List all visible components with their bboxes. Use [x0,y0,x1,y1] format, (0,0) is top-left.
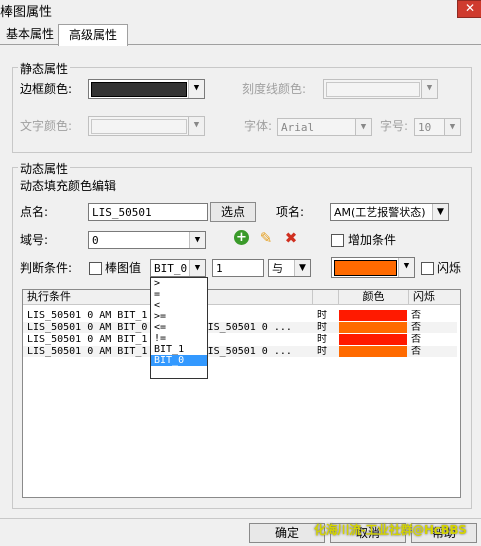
text-color-swatch [91,119,187,134]
tick-color-swatch [326,82,420,97]
row-color-swatch [339,322,407,333]
operand-options: > = < >= <= != BIT_1 BIT_0 [151,278,207,366]
row-blink: 否 [411,322,421,333]
bar-value-checkbox[interactable] [89,262,102,275]
tick-color-picker[interactable]: ▼ [323,79,438,99]
size-select[interactable]: 10 ▼ [414,118,461,136]
border-color-label: 边框颜色: [20,82,73,96]
chevron-down-icon: ▼ [189,260,205,276]
font-value: Arial [281,121,315,134]
static-group-label: 静态属性 [18,60,71,77]
compare-value-input[interactable]: 1 [212,259,264,277]
header-blink[interactable]: 闪烁 [409,290,460,304]
chevron-down-icon: ▼ [398,258,414,277]
operand-option[interactable]: != [151,333,207,344]
title-bar [0,0,481,20]
border-color-picker[interactable]: ▼ [88,79,205,99]
item-select[interactable]: AM(工艺报警状态) ▼ [330,203,449,221]
operand-option[interactable]: BIT_0 [151,355,207,366]
chevron-down-icon: ▼ [294,260,310,276]
close-button[interactable]: ✕ [457,0,481,18]
pencil-icon[interactable]: ✎ [257,229,275,247]
header-color[interactable]: 颜色 [339,290,409,304]
chevron-down-icon: ▼ [432,204,448,220]
table-row[interactable]: LIS_50501 0 AM BIT_1 = 1 AND LIS_50501 0… [23,346,457,357]
row-color-swatch [339,346,407,357]
logic-select[interactable]: 与 ▼ [268,259,311,277]
delete-icon[interactable]: ✖ [282,229,300,247]
condition-grid[interactable]: 执行条件 颜色 闪烁 LIS_50501 0 AM BIT_1 = 1 AND 时… [22,289,461,498]
select-point-button[interactable]: 选点 [210,202,256,222]
item-label: 项名: [276,205,305,219]
operand-option[interactable]: >= [151,311,207,322]
row-blink: 否 [411,310,421,321]
operand-option[interactable]: < [151,300,207,311]
row-tail: 时 [317,346,327,357]
footer-divider [0,518,481,519]
window-title: 棒图属性 [0,5,53,20]
domain-select[interactable]: 0 ▼ [88,231,206,249]
domain-value: 0 [92,234,99,247]
font-select[interactable]: Arial ▼ [277,118,372,136]
dynamic-subtitle: 动态填充颜色编辑 [20,179,117,193]
chevron-down-icon: ▼ [444,119,460,135]
chevron-down-icon: ▼ [188,80,204,98]
border-color-swatch [91,82,187,97]
grid-header: 执行条件 颜色 闪烁 [23,290,460,305]
table-row[interactable]: LIS_50501 0 AM BIT_1 = 1 AND 时否 [23,310,457,321]
logic-value: 与 [272,262,283,275]
point-input[interactable]: LIS_50501 [88,203,208,221]
operand-option[interactable]: BIT_1 [151,344,207,355]
chevron-down-icon: ▼ [355,119,371,135]
dynamic-group-label: 动态属性 [18,160,71,177]
blink-checkbox[interactable] [421,262,434,275]
fill-color-picker[interactable]: ▼ [331,257,415,278]
row-color-swatch [339,334,407,345]
table-row[interactable]: LIS_50501 0 AM BIT_0 = 1 AND LIS_50501 0… [23,322,457,333]
row-color-swatch [339,310,407,321]
chevron-down-icon: ▼ [188,117,204,135]
tick-color-label: 刻度线颜色: [242,82,307,96]
watermark-text: 化海川流-工业社群@HcBBS [314,523,467,537]
operand-option[interactable]: > [151,278,207,289]
operand-dropdown-list[interactable]: > = < >= <= != BIT_1 BIT_0 [150,277,208,379]
text-color-label: 文字颜色: [20,119,73,133]
text-color-picker[interactable]: ▼ [88,116,205,136]
operand-value: BIT_0 [154,262,188,275]
fill-color-swatch [334,260,397,276]
item-value: AM(工艺报警状态) [334,206,426,219]
header-blank[interactable] [313,290,339,304]
add-condition-label: 增加条件 [348,233,397,247]
table-row[interactable]: LIS_50501 0 AM BIT_1 = 1 AND 时否 [23,334,457,345]
condition-label: 判断条件: [20,261,73,275]
row-blink: 否 [411,334,421,345]
size-value: 10 [418,121,432,134]
chevron-down-icon: ▼ [189,232,205,248]
row-tail: 时 [317,334,327,345]
row-tail: 时 [317,310,327,321]
blink-label: 闪烁 [437,261,462,275]
domain-label: 域号: [20,233,49,247]
tab-basic[interactable]: 基本属性 [2,24,58,44]
operand-select[interactable]: BIT_0 ▼ [150,259,206,277]
size-label: 字号: [380,119,409,133]
row-tail: 时 [317,322,327,333]
bar-value-label: 棒图值 [105,261,142,275]
row-blink: 否 [411,346,421,357]
point-label: 点名: [20,205,49,219]
add-icon[interactable]: + [234,230,249,245]
chevron-down-icon: ▼ [421,80,437,98]
operand-option[interactable]: <= [151,322,207,333]
tab-advanced[interactable]: 高级属性 [58,24,128,46]
font-label: 字体: [244,119,273,133]
add-condition-checkbox[interactable] [331,234,344,247]
operand-option[interactable]: = [151,289,207,300]
